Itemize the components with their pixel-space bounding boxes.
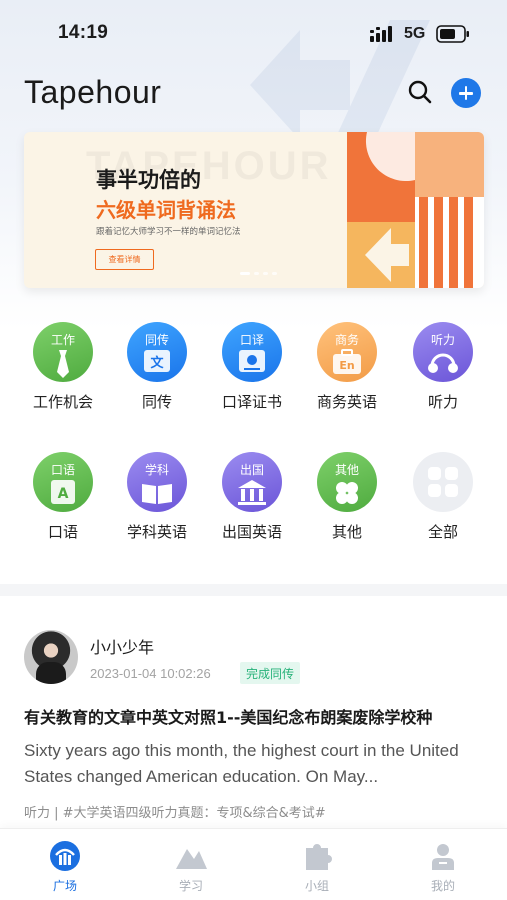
category-10[interactable]: 全部 [398,452,488,542]
status-bar: 14:19 5G [0,0,507,64]
svg-text:En: En [339,359,354,372]
signal-icon [370,26,392,42]
headphones-icon [428,353,458,373]
category-label: 工作机会 [32,393,93,411]
category-icon-badge: 学科 [127,452,187,512]
tab-3[interactable]: 小组 [254,829,380,900]
bottom-tab-bar: 广场 学习 小组 我的 [0,828,507,900]
tab-label: 我的 [430,879,455,893]
search-icon [408,80,432,104]
promo-banner[interactable]: TAPEHOUR 事半功倍的 六级单词背诵法 跟着记忆大师学习不一样的单词记忆法… [24,132,484,288]
category-label: 口语 [47,523,78,541]
category-icon-badge: 同传文 [127,322,187,382]
category-label: 其他 [331,523,362,541]
banner-note: 跟着记忆大师学习不一样的单词记忆法 [96,227,241,237]
banner-pagination [240,272,277,275]
category-9[interactable]: 其他 其他 [302,452,392,542]
category-icon-badge: 口语 A [33,452,93,512]
tab-label: 小组 [304,879,329,893]
category-7[interactable]: 学科 学科英语 [112,452,202,542]
category-label: 口译证书 [221,393,282,411]
category-2[interactable]: 同传文同传 [112,322,202,412]
mountain-icon [176,849,207,869]
category-3[interactable]: 口译 口译证书 [207,322,297,412]
tab-1[interactable]: 广场 [2,829,128,900]
clover-icon [336,482,358,504]
category-label: 出国英语 [221,523,282,541]
plaza-icon [50,841,80,871]
grid-icon [428,467,458,497]
author-avatar[interactable] [24,630,78,684]
tab-label: 广场 [52,879,77,893]
category-label: 全部 [427,523,458,541]
book-icon [142,484,172,504]
battery-icon [436,25,469,43]
category-label: 听力 [427,393,458,411]
banner-artwork [347,132,484,288]
speech-icon: A [51,480,75,504]
feed-post-card[interactable]: 小小少年 2023-01-04 10:02:26 完成同传 有关教育的文章中英文… [0,596,507,828]
tab-label: 学习 [178,879,203,893]
category-label: 商务英语 [316,393,377,411]
profile-icon [432,844,454,870]
category-1[interactable]: 工作 工作机会 [18,322,108,412]
category-label: 同传 [141,393,172,411]
banner-headline: 事半功倍的 [96,168,201,192]
category-icon-badge: 听力 [413,322,473,382]
category-5[interactable]: 听力 听力 [398,322,488,412]
category-4[interactable]: 商务 En 商务英语 [302,322,392,412]
status-time: 14:19 [58,22,109,43]
category-6[interactable]: 口语 A 口语 [18,452,108,542]
banner-subhead: 六级单词背诵法 [96,198,236,222]
building-icon [238,480,266,505]
post-tags[interactable]: 听力 | #大学英语四级听力真题：专项&综合&考试# [24,802,326,821]
category-8[interactable]: 出国 出国英语 [207,452,297,542]
add-button[interactable] [451,78,481,108]
tab-2[interactable]: 学习 [128,829,254,900]
category-icon-badge: 工作 [33,322,93,382]
tab-4[interactable]: 我的 [380,829,506,900]
certificate-icon [239,350,265,372]
category-icon-badge: 其他 [317,452,377,512]
category-label: 学科英语 [126,523,187,541]
status-badge: 完成同传 [240,662,301,684]
svg-text:A: A [58,486,69,502]
translate-icon: 文 [144,350,170,372]
category-icon-badge: 口译 [222,322,282,382]
author-name[interactable]: 小小少年 [90,634,154,658]
category-icon-badge: 商务 En [317,322,377,382]
section-divider [0,584,507,596]
puzzle-icon [306,844,332,870]
post-excerpt[interactable]: Sixty years ago this month, the highest … [24,738,486,790]
svg-text:文: 文 [150,355,164,371]
category-icon-badge [413,452,473,512]
post-timestamp: 2023-01-04 10:02:26 [90,666,211,681]
search-button[interactable] [404,76,436,108]
category-icon-badge: 出国 [222,452,282,512]
banner-cta-button[interactable]: 查看详情 [95,249,154,270]
tie-icon [57,350,69,378]
network-label: 5G [404,25,426,42]
app-title: Tapehour [24,74,162,110]
briefcase-icon: En [333,349,361,374]
post-title[interactable]: 有关教育的文章中英文对照1--美国纪念布朗案废除学校种 [24,704,432,728]
